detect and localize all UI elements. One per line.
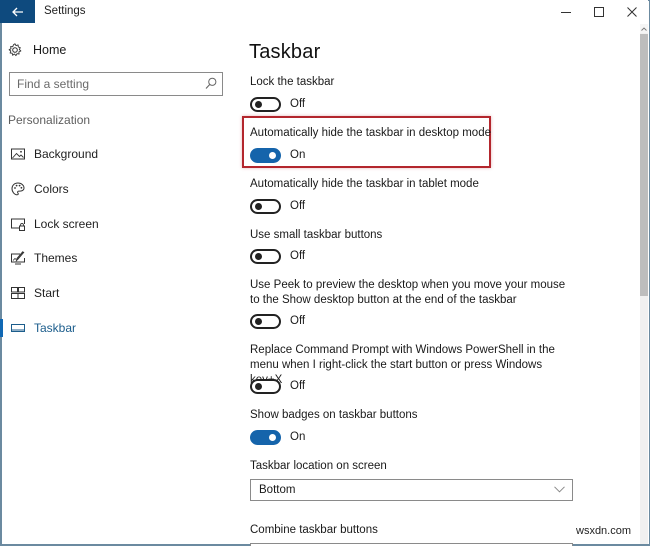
maximize-button[interactable] (582, 0, 616, 23)
toggle-switch[interactable] (250, 313, 281, 329)
title-bar: Settings (0, 0, 648, 23)
toggle-switch[interactable] (250, 248, 281, 264)
picture-icon (11, 148, 25, 160)
search-icon[interactable] (205, 77, 217, 90)
toggle-state: Off (290, 315, 306, 327)
sidebar-item-themes[interactable]: Themes (0, 245, 238, 271)
toggle-small-buttons[interactable]: Off (250, 247, 305, 265)
toggle-state: Off (290, 98, 306, 110)
sidebar-item-taskbar[interactable]: Taskbar (0, 315, 238, 341)
toggle-badges[interactable]: On (250, 428, 305, 446)
toggle-switch[interactable] (250, 198, 281, 214)
active-indicator (0, 319, 3, 337)
toggle-switch[interactable] (250, 96, 281, 112)
toggle-state: On (290, 149, 306, 161)
sidebar-item-background[interactable]: Background (0, 141, 238, 167)
toggle-peek[interactable]: Off (250, 312, 305, 330)
sidebar-item-label: Taskbar (34, 321, 77, 335)
toggle-state: Off (290, 200, 306, 212)
setting-label-autohide-tablet: Automatically hide the taskbar in tablet… (250, 178, 479, 190)
sidebar-item-label: Themes (34, 251, 78, 265)
toggle-switch[interactable] (250, 147, 281, 163)
arrow-left-icon (11, 7, 23, 16)
sidebar-item-label: Start (34, 286, 60, 300)
toggle-autohide-desktop[interactable]: On (250, 146, 305, 164)
palette-icon (11, 182, 25, 196)
maximize-icon (594, 6, 604, 17)
dropdown-value: Bottom (259, 484, 296, 496)
setting-label-location: Taskbar location on screen (250, 460, 387, 472)
setting-label-combine: Combine taskbar buttons (250, 524, 378, 536)
lock-screen-icon (11, 218, 25, 231)
toggle-switch[interactable] (250, 429, 281, 445)
toggle-state: Off (290, 250, 306, 262)
setting-label-badges: Show badges on taskbar buttons (250, 409, 418, 421)
sidebar-item-colors[interactable]: Colors (0, 176, 238, 202)
setting-label-small-buttons: Use small taskbar buttons (250, 229, 383, 241)
sidebar-item-start[interactable]: Start (0, 280, 238, 306)
search-input[interactable] (10, 73, 200, 94)
minimize-icon (561, 11, 571, 13)
toggle-state: On (290, 431, 306, 443)
toggle-powershell[interactable]: Off (250, 377, 305, 395)
setting-label-peek: Use Peek to preview the desktop when you… (250, 279, 566, 306)
location-dropdown[interactable]: Bottom (250, 479, 573, 501)
minimize-button[interactable] (549, 0, 583, 23)
vertical-scrollbar[interactable] (640, 24, 648, 544)
sidebar-item-label: Background (34, 147, 99, 161)
taskbar-icon (11, 324, 25, 332)
scroll-up-button[interactable] (640, 24, 648, 33)
sidebar-item-label: Lock screen (34, 217, 99, 231)
setting-label-autohide-desktop: Automatically hide the taskbar in deskto… (250, 127, 491, 139)
setting-label-lock-taskbar: Lock the taskbar (250, 76, 335, 88)
sidebar-item-label: Colors (34, 182, 69, 196)
toggle-switch[interactable] (250, 378, 281, 394)
toggle-lock-taskbar[interactable]: Off (250, 95, 305, 113)
start-icon (11, 287, 25, 299)
page-title: Taskbar (249, 41, 321, 63)
back-button[interactable] (0, 0, 35, 23)
sidebar-item-home[interactable]: Home (8, 40, 66, 60)
home-label: Home (33, 43, 67, 57)
chevron-up-icon (641, 26, 647, 31)
close-icon (627, 6, 637, 17)
section-label-personalization: Personalization (8, 113, 91, 127)
close-button[interactable] (615, 0, 649, 23)
watermark: wsxdn.com (576, 525, 632, 537)
gear-icon (8, 43, 22, 57)
themes-icon (11, 251, 25, 265)
toggle-state: Off (290, 380, 306, 392)
sidebar-item-lock-screen[interactable]: Lock screen (0, 211, 238, 237)
search-box (9, 72, 223, 96)
chevron-down-icon (554, 486, 565, 493)
scroll-thumb[interactable] (640, 34, 648, 296)
toggle-autohide-tablet[interactable]: Off (250, 197, 305, 215)
window-title: Settings (44, 5, 86, 17)
